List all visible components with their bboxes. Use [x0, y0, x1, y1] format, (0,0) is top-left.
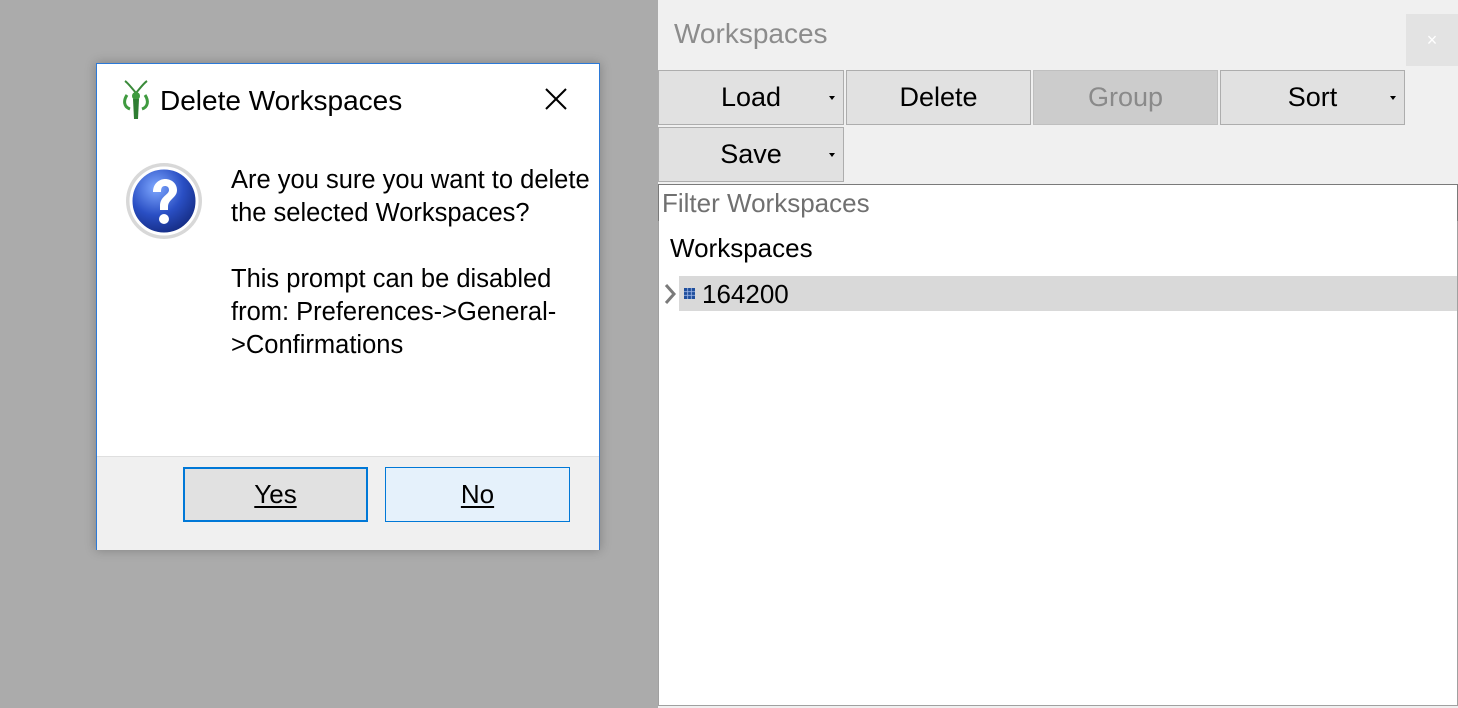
group-button-label: Group	[1087, 82, 1164, 112]
expand-arrow-icon[interactable]	[662, 282, 678, 306]
load-button-label: Load	[720, 82, 782, 112]
dropdown-arrow-icon	[1390, 96, 1396, 100]
tree-column-header: Workspaces	[670, 233, 813, 263]
no-button[interactable]: No	[385, 467, 570, 522]
tree-item-workspace[interactable]: 164200	[679, 276, 1457, 311]
load-button[interactable]: Load	[658, 70, 844, 125]
disable-prompt-hint: This prompt can be disabled from: Prefer…	[231, 265, 557, 359]
panel-close-button[interactable]: ×	[1406, 14, 1458, 66]
mantid-icon	[123, 80, 149, 119]
delete-button[interactable]: Delete	[846, 70, 1031, 125]
sort-button-label: Sort	[1287, 82, 1338, 112]
workspace-name: 164200	[702, 279, 789, 309]
matrix-workspace-icon	[684, 288, 695, 299]
workspace-tree: Workspaces 164200	[658, 221, 1458, 706]
delete-button-label: Delete	[899, 82, 978, 112]
dialog-message: Are you sure you want to delete the sele…	[231, 164, 591, 362]
sort-button[interactable]: Sort	[1220, 70, 1405, 125]
panel-title: Workspaces	[674, 18, 828, 49]
dialog-button-bar: Yes No	[97, 456, 599, 550]
close-icon[interactable]	[543, 86, 569, 112]
confirm-message: Are you sure you want to delete the sele…	[231, 166, 590, 227]
group-button[interactable]: Group	[1033, 70, 1218, 125]
save-button[interactable]: Save	[658, 127, 844, 182]
dialog-title: Delete Workspaces	[160, 85, 403, 116]
dropdown-arrow-icon	[829, 96, 835, 100]
filter-workspaces-input[interactable]	[658, 184, 1458, 222]
no-button-label: No	[460, 479, 495, 509]
yes-button-label: Yes	[254, 479, 297, 509]
delete-workspaces-dialog: Delete Workspaces Are you sure you want …	[96, 63, 600, 550]
question-icon	[126, 163, 202, 239]
yes-button[interactable]: Yes	[183, 467, 368, 522]
close-icon: ×	[1426, 29, 1438, 50]
dropdown-arrow-icon	[829, 153, 835, 157]
workspaces-panel: Workspaces × Load Delete Group Sort Save…	[658, 0, 1458, 708]
save-button-label: Save	[720, 139, 782, 169]
